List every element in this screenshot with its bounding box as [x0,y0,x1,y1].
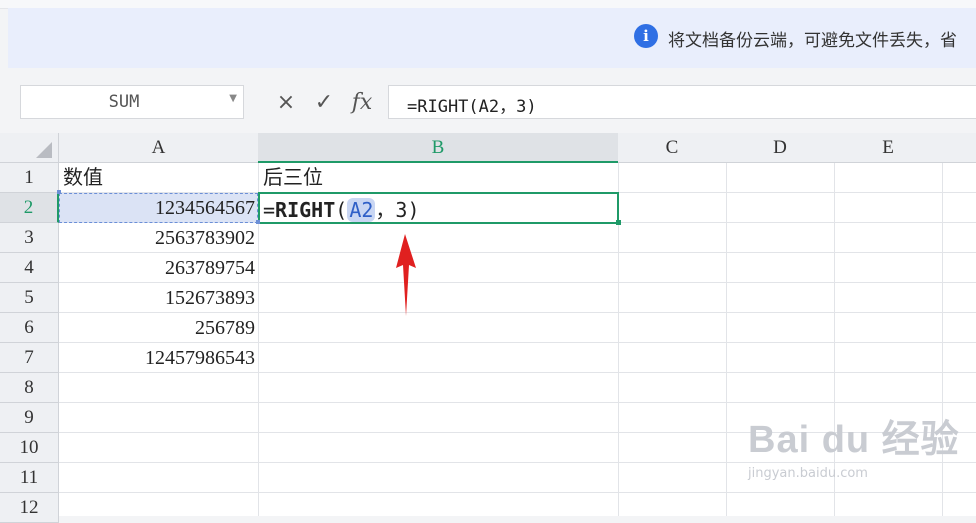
cancel-icon[interactable]: × [271,88,301,118]
baidu-jingyan-watermark: Bai du 经验 jingyan.baidu.com [748,408,960,481]
cell-a4[interactable]: 263789754 [59,253,255,283]
name-box-value: SUM [108,92,140,112]
insert-function-icon[interactable]: fx [347,88,377,118]
row-header-1[interactable]: 1 [0,163,59,193]
watermark-url: jingyan.baidu.com [748,466,868,481]
fill-handle[interactable] [616,220,621,225]
grid-line [834,163,835,516]
column-header-e[interactable]: E [834,133,943,163]
cell-a7[interactable]: 12457986543 [59,343,255,373]
notice-text[interactable]: 将文档备份云端，可避免文件丢失，省 [668,26,957,51]
row-header-7[interactable]: 7 [0,343,59,373]
row-header-10[interactable]: 10 [0,433,59,463]
formula-argument: 3 [395,198,408,222]
cell-a3[interactable]: 2563783902 [59,223,255,253]
column-header-d[interactable]: D [726,133,835,163]
formula-cell-reference: A2 [347,198,376,222]
formula-equals: = [263,198,276,222]
cell-b1[interactable]: 后三位 [263,163,323,193]
formula-function-name: RIGHT [275,198,336,222]
cell-a2[interactable]: 1234564567 [59,193,255,223]
formula-open-paren: ( [335,198,348,222]
row-header-8[interactable]: 8 [0,373,59,403]
row-header-11[interactable]: 11 [0,463,59,493]
grid-line [59,402,976,403]
info-icon: i [634,24,658,48]
cell-a5[interactable]: 152673893 [59,283,255,313]
column-header-c[interactable]: C [618,133,727,163]
watermark-logo-text: Bai du 经验 [748,419,960,461]
row-header-3[interactable]: 3 [0,223,59,253]
grid-line [942,163,943,516]
column-header-b[interactable]: B [258,133,619,163]
formula-close-paren: ) [407,198,420,222]
name-box[interactable]: SUM ▼ [20,85,244,119]
select-all-triangle-icon [36,142,52,158]
formula-text: =RIGHT(A2，3) [407,97,537,117]
reference-handle[interactable] [57,190,61,194]
column-header-a[interactable]: A [59,133,259,163]
grid-line [726,163,727,516]
grid-line [59,492,976,493]
formula-input[interactable]: =RIGHT(A2，3) [388,85,976,119]
row-header-4[interactable]: 4 [0,253,59,283]
cell-a1[interactable]: 数值 [63,163,103,193]
confirm-icon[interactable]: ✓ [309,88,339,118]
row-header-5[interactable]: 5 [0,283,59,313]
row-header-2[interactable]: 2 [0,193,59,223]
chevron-down-icon[interactable]: ▼ [229,93,237,104]
formula-separator: ， [375,198,396,222]
column-header-f[interactable] [942,133,976,163]
reference-handle[interactable] [256,220,260,224]
cell-a6[interactable]: 256789 [59,313,255,343]
row-header-9[interactable]: 9 [0,403,59,433]
row-header-6[interactable]: 6 [0,313,59,343]
row-header-12[interactable]: 12 [0,493,59,523]
cell-b2-formula[interactable]: =RIGHT(A2 ，3) [263,194,420,223]
red-arrow-annotation [396,234,416,316]
